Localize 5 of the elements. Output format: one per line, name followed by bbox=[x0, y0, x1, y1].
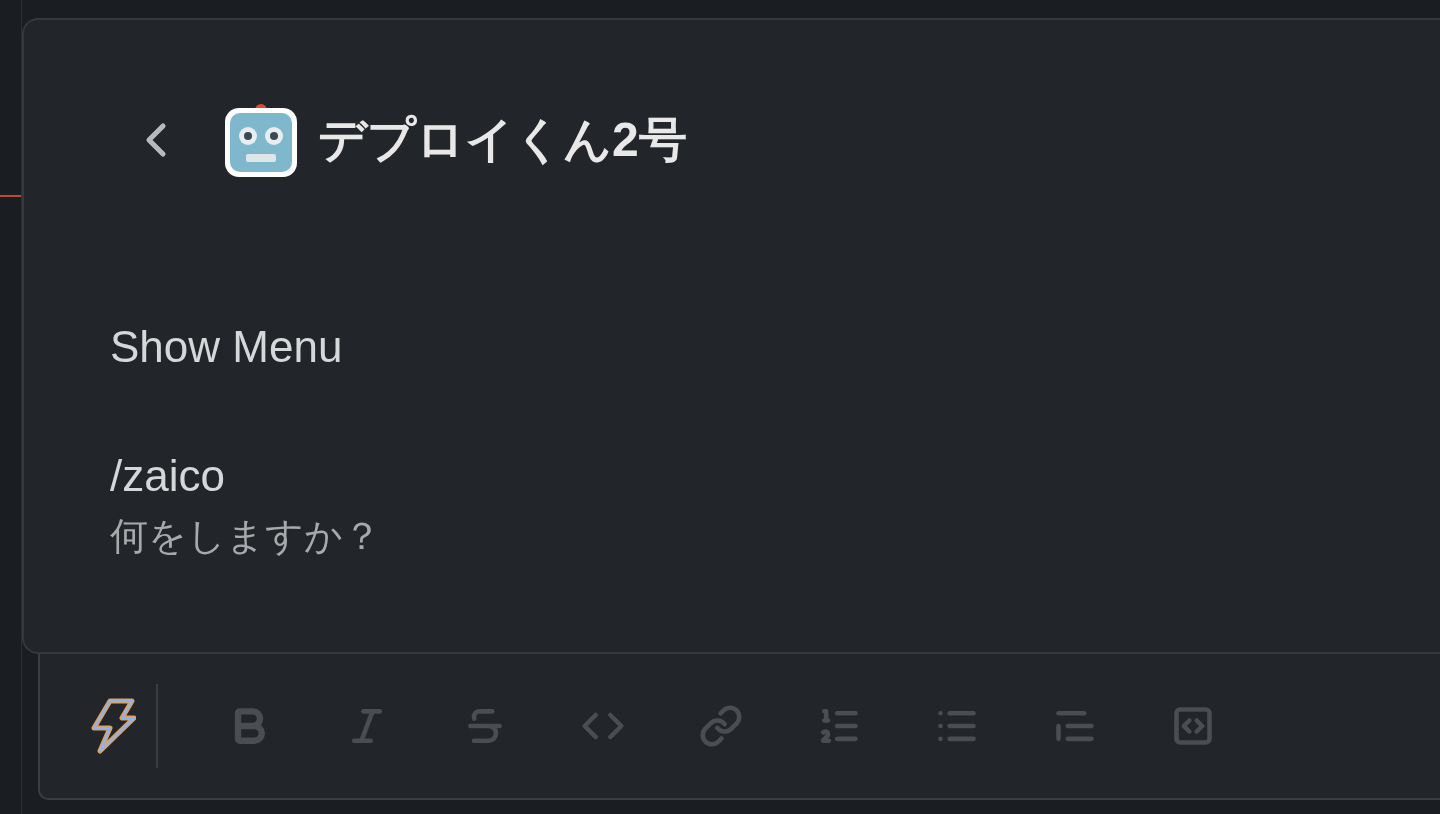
prompt-text: 何をしますか？ bbox=[110, 514, 382, 560]
message-text: Show Menu bbox=[110, 321, 344, 373]
robot-avatar-icon bbox=[224, 102, 298, 178]
panel-title: デプロイくん2号 bbox=[318, 112, 687, 168]
command-text: /zaico bbox=[110, 450, 226, 503]
